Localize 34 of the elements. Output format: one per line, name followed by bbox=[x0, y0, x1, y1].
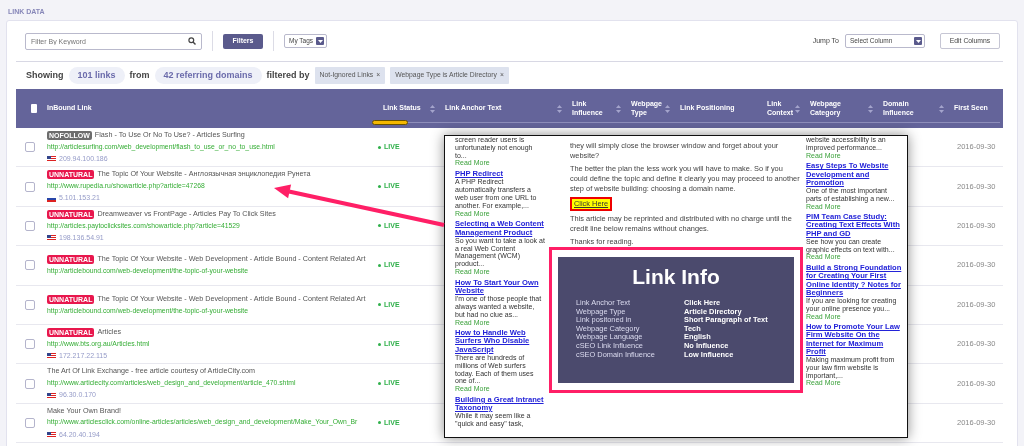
status-dot bbox=[378, 263, 381, 267]
summary-label: Showing bbox=[26, 68, 64, 82]
row-checkbox[interactable] bbox=[25, 220, 35, 231]
scrollbar-thumb[interactable] bbox=[372, 120, 408, 125]
search-icon bbox=[188, 37, 196, 45]
sort-icon bbox=[616, 104, 621, 113]
links-count: 101 links bbox=[68, 66, 125, 85]
summary-label: filtered by bbox=[266, 68, 310, 82]
status-dot bbox=[378, 382, 381, 386]
row-checkbox[interactable] bbox=[25, 299, 35, 310]
domains-count: 42 referring domains bbox=[154, 66, 262, 85]
summary-label: from bbox=[129, 68, 150, 82]
status-dot bbox=[378, 342, 381, 346]
status-dot bbox=[378, 185, 381, 189]
row-checkbox[interactable] bbox=[25, 260, 35, 271]
sort-icon bbox=[868, 104, 873, 113]
row-checkbox[interactable] bbox=[25, 339, 35, 350]
sort-icon bbox=[430, 104, 435, 113]
sort-icon bbox=[939, 104, 944, 113]
status-dot bbox=[378, 145, 381, 149]
row-checkbox[interactable] bbox=[25, 378, 35, 389]
panel-title: Link Info bbox=[631, 265, 721, 289]
caret-icon bbox=[316, 37, 324, 45]
sort-icon bbox=[795, 104, 800, 113]
sort-icon bbox=[665, 104, 670, 113]
row-checkbox[interactable] bbox=[25, 142, 35, 153]
row-checkbox[interactable] bbox=[25, 417, 35, 428]
status-dot bbox=[378, 224, 381, 228]
select-all-checkbox[interactable] bbox=[31, 104, 37, 113]
status-dot bbox=[378, 303, 381, 307]
row-checkbox[interactable] bbox=[25, 181, 35, 192]
caret-icon bbox=[914, 37, 922, 45]
sort-icon bbox=[557, 104, 562, 113]
status-dot bbox=[378, 421, 381, 425]
